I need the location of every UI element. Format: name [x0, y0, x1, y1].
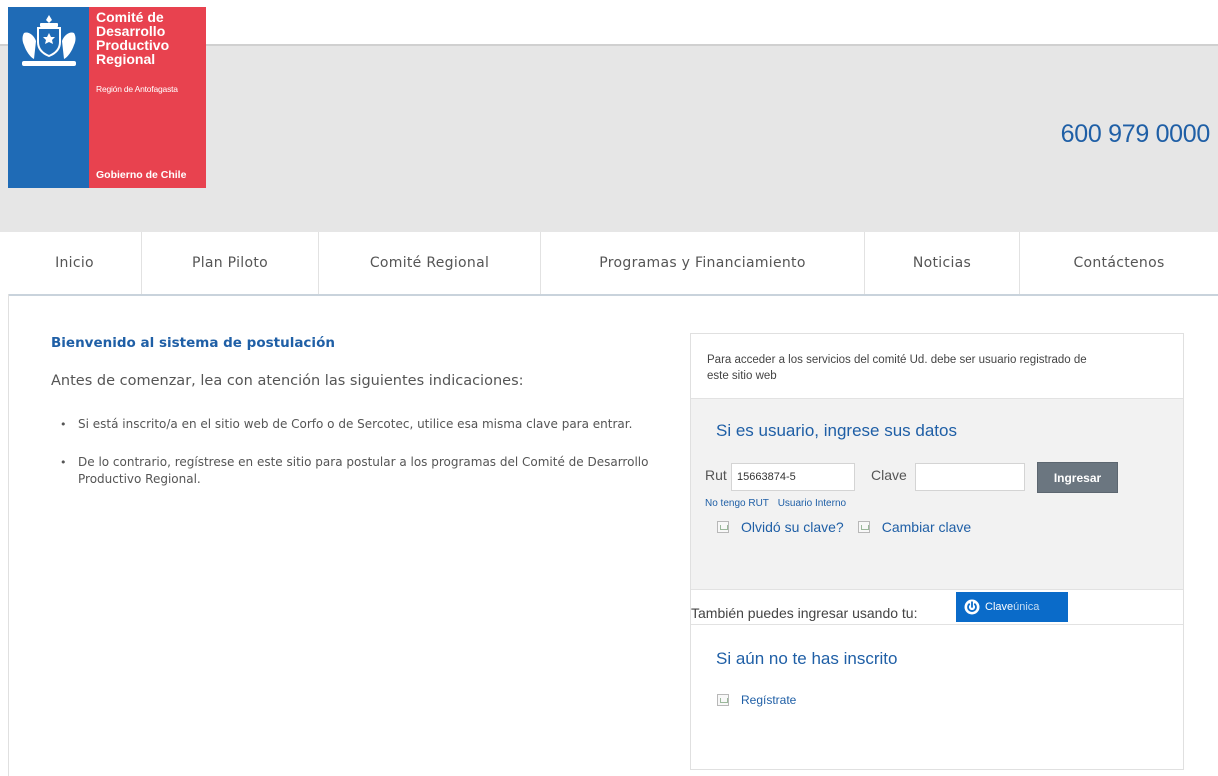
- clave-unica-row: También puedes ingresar usando tu: Clave…: [691, 588, 1183, 624]
- phone-number: 600 979 0000: [1060, 120, 1211, 148]
- logo[interactable]: Comité de Desarrollo Productivo Regional…: [8, 7, 206, 188]
- clave-unica-label-a: Clave: [985, 601, 1014, 613]
- login-panel: Para acceder a los servicios del comité …: [690, 333, 1184, 770]
- instruction-item: De lo contrario, regístrese en este siti…: [58, 454, 658, 488]
- nav-item-programas[interactable]: Programas y Financiamiento: [541, 232, 865, 294]
- no-rut-link[interactable]: No tengo RUT: [705, 498, 769, 509]
- clave-unica-button[interactable]: Claveúnica: [956, 592, 1068, 622]
- nav-item-contactenos[interactable]: Contáctenos: [1020, 232, 1218, 294]
- forgot-password-link[interactable]: Olvidó su clave?: [741, 519, 844, 535]
- login-note: Para acceder a los servicios del comité …: [707, 354, 1087, 382]
- image-placeholder-icon: [717, 694, 729, 706]
- welcome-subtitle: Antes de comenzar, lea con atención las …: [51, 373, 524, 389]
- register-title: Si aún no te has inscrito: [716, 649, 898, 668]
- login-title: Si es usuario, ingrese sus datos: [716, 421, 957, 440]
- welcome-title: Bienvenido al sistema de postulación: [51, 335, 335, 351]
- nav-item-noticias[interactable]: Noticias: [865, 232, 1020, 294]
- instructions-list: Si está inscrito/a en el sitio web de Co…: [58, 416, 658, 509]
- register-link[interactable]: Regístrate: [741, 693, 796, 707]
- logo-title-line: Productivo: [96, 37, 170, 53]
- logo-title-line: Desarrollo: [96, 23, 166, 39]
- login-form: Si es usuario, ingrese sus datos Rut Cla…: [691, 398, 1183, 590]
- also-login-text: También puedes ingresar usando tu:: [691, 605, 918, 621]
- content-left-border: [8, 294, 9, 776]
- image-placeholder-icon: [717, 521, 729, 533]
- power-icon: [964, 599, 980, 615]
- nav-item-inicio[interactable]: Inicio: [8, 232, 142, 294]
- change-password-link[interactable]: Cambiar clave: [882, 519, 971, 535]
- clave-label: Clave: [871, 467, 907, 483]
- register-row: Regístrate: [717, 693, 796, 707]
- logo-government: Gobierno de Chile: [96, 169, 187, 181]
- logo-title-line: Comité de: [96, 9, 164, 25]
- ingresar-button[interactable]: Ingresar: [1037, 462, 1118, 493]
- coat-of-arms-icon: [22, 15, 76, 66]
- logo-title-line: Regional: [96, 51, 156, 67]
- register-section: Si aún no te has inscrito Regístrate: [691, 624, 1183, 770]
- logo-region: Región de Antofagasta: [96, 84, 178, 94]
- rut-input[interactable]: [731, 463, 855, 491]
- image-placeholder-icon: [857, 521, 870, 533]
- clave-input[interactable]: [915, 463, 1025, 491]
- instruction-item: Si está inscrito/a en el sitio web de Co…: [58, 416, 658, 433]
- recover-row: Olvidó su clave? Cambiar clave: [717, 519, 971, 535]
- internal-user-link[interactable]: Usuario Interno: [778, 498, 846, 509]
- nav-item-comite-regional[interactable]: Comité Regional: [319, 232, 541, 294]
- clave-unica-label: Claveúnica: [985, 601, 1039, 613]
- nav-item-plan-piloto[interactable]: Plan Piloto: [142, 232, 319, 294]
- logo-title: Comité de Desarrollo Productivo Regional: [96, 10, 169, 66]
- logo-blue-block: [8, 7, 89, 188]
- small-links: No tengo RUT Usuario Interno: [705, 498, 852, 509]
- clave-unica-label-b: única: [1013, 601, 1040, 613]
- rut-label: Rut: [705, 467, 727, 483]
- main-nav: Inicio Plan Piloto Comité Regional Progr…: [8, 232, 1218, 296]
